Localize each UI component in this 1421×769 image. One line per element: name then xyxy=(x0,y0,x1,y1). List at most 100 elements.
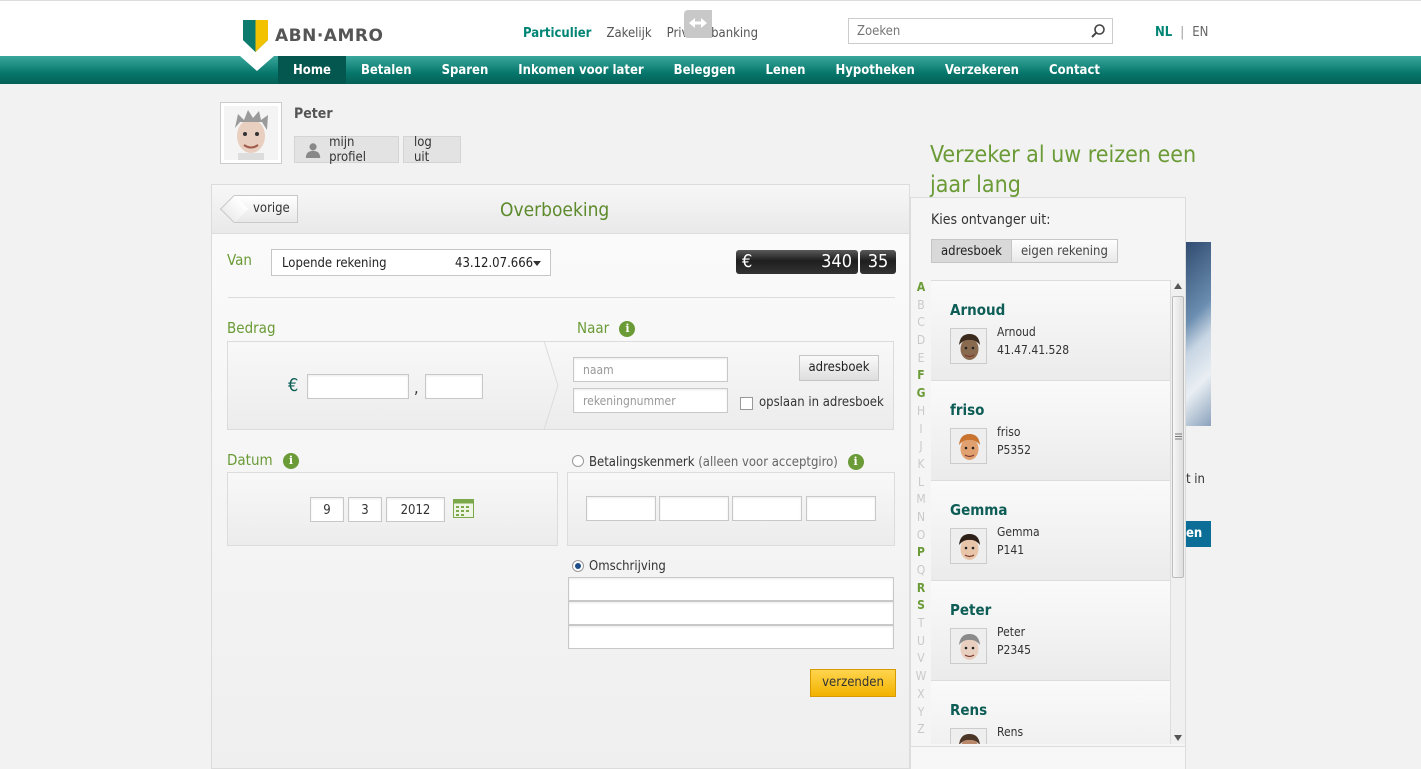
chevron-down-icon xyxy=(533,261,541,266)
tab-addressbook[interactable]: adresboek xyxy=(931,239,1012,263)
contact-name: Peter xyxy=(950,601,992,619)
nav-beleggen[interactable]: Beleggen xyxy=(659,56,751,84)
my-profile-label: mijn profiel xyxy=(329,134,366,165)
from-account-select[interactable]: Lopende rekening 43.12.07.666 xyxy=(271,249,551,276)
segment-particulier[interactable]: Particulier xyxy=(523,26,591,41)
payment-reference-input-2[interactable] xyxy=(659,496,729,521)
alphabet-letter-z: Z xyxy=(917,722,925,737)
alphabet-letter-j: J xyxy=(919,439,923,454)
contact-list: Arnoud Arnoud 41.47.41.528 friso friso P5352 G… xyxy=(931,280,1170,744)
alphabet-letter-g[interactable]: G xyxy=(911,386,931,404)
my-profile-button[interactable]: mijn profiel xyxy=(294,134,399,165)
contact-label: friso xyxy=(997,425,1021,439)
account-number: 43.12.07.666 xyxy=(455,256,534,271)
description-line-1[interactable] xyxy=(568,577,894,601)
account-name: Lopende rekening xyxy=(282,256,387,271)
brand-logo[interactable]: ABN·AMRO xyxy=(243,20,383,52)
contact-label: Peter xyxy=(997,625,1026,639)
contact-name: Arnoud xyxy=(950,301,1006,319)
alphabet-letter-q: Q xyxy=(916,563,926,577)
nav-lenen[interactable]: Lenen xyxy=(750,56,820,84)
contact-item[interactable]: Gemma Gemma P141 xyxy=(931,481,1170,581)
info-icon[interactable]: i xyxy=(847,454,864,470)
contact-item[interactable]: friso friso P5352 xyxy=(931,381,1170,481)
choose-recipient-label: Kies ontvanger uit: xyxy=(931,212,1051,228)
search-input[interactable] xyxy=(849,19,1079,43)
addressbook-button[interactable]: adresboek xyxy=(799,355,879,381)
contact-account: P2345 xyxy=(997,643,1031,657)
date-label: Datum xyxy=(227,451,273,469)
payment-reference-input-4[interactable] xyxy=(806,496,876,521)
description-radio[interactable] xyxy=(572,560,584,572)
contact-item[interactable]: Peter Peter P2345 xyxy=(931,581,1170,681)
contact-item[interactable]: Rens Rens xyxy=(931,681,1170,744)
contact-avatar xyxy=(950,728,987,744)
calendar-icon[interactable] xyxy=(453,499,474,518)
alphabet-letter-o: O xyxy=(916,527,926,542)
date-year-input[interactable]: 2012 xyxy=(386,497,445,522)
segment-private-banking[interactable]: Private banking xyxy=(667,26,758,41)
segment-zakelijk[interactable]: Zakelijk xyxy=(606,26,651,41)
search-box xyxy=(848,18,1113,44)
back-button[interactable]: vorige xyxy=(219,194,298,224)
info-icon[interactable]: i xyxy=(619,321,636,337)
payment-reference-radio[interactable] xyxy=(572,455,584,467)
recipient-account-input[interactable]: rekeningnummer xyxy=(573,388,728,413)
nav-sparen[interactable]: Sparen xyxy=(427,56,504,84)
alphabet-letter-l: L xyxy=(917,474,924,489)
tab-own-account[interactable]: eigen rekening xyxy=(1011,239,1118,263)
amount-cents-input[interactable] xyxy=(425,374,483,399)
scroll-up-icon[interactable] xyxy=(1174,283,1182,289)
alphabet-letter-f[interactable]: F xyxy=(911,368,931,386)
date-month-input[interactable]: 3 xyxy=(348,497,382,522)
nav-verzekeren[interactable]: Verzekeren xyxy=(930,56,1034,84)
logo-notch xyxy=(240,56,274,71)
main-navigation: Home Betalen Sparen Inkomen voor later B… xyxy=(0,56,1421,84)
swap-panel-tab[interactable] xyxy=(684,10,712,38)
payment-reference-input-1[interactable] xyxy=(586,496,656,521)
contact-item[interactable]: Arnoud Arnoud 41.47.41.528 xyxy=(931,281,1170,381)
date-day-input[interactable]: 9 xyxy=(310,497,344,522)
search-icon[interactable] xyxy=(1090,23,1106,39)
alphabet-letter-p[interactable]: P xyxy=(911,545,931,563)
lang-nl-link[interactable]: NL xyxy=(1155,25,1172,40)
description-line-2[interactable] xyxy=(568,601,894,625)
to-label: Naar xyxy=(577,319,610,337)
submit-button[interactable]: verzenden xyxy=(810,669,896,697)
nav-betalen[interactable]: Betalen xyxy=(346,56,427,84)
save-addressbook-checkbox[interactable] xyxy=(740,397,753,410)
contact-name: Rens xyxy=(950,701,988,719)
nav-inkomen-voor-later[interactable]: Inkomen voor later xyxy=(503,56,658,84)
recipient-name-input[interactable]: naam xyxy=(573,357,728,382)
nav-contact[interactable]: Contact xyxy=(1034,56,1115,84)
scroll-down-icon[interactable] xyxy=(1174,735,1182,741)
alphabet-letter-a[interactable]: A xyxy=(911,280,931,298)
lang-en-link[interactable]: EN xyxy=(1192,25,1208,40)
alphabet-index: ABCDEFGHIJKLMNOPQRSTUVWXYZ xyxy=(911,280,931,740)
payment-reference-label: Betalingskenmerk xyxy=(589,455,695,470)
payment-reference-input-3[interactable] xyxy=(732,496,802,521)
description-line-3[interactable] xyxy=(568,625,894,649)
payment-reference-label-wrap: Betalingskenmerk (alleen voor acceptgiro… xyxy=(589,454,864,470)
alphabet-letter-s[interactable]: S xyxy=(911,598,931,616)
promo-title: Verzeker al uw reizen een jaar lang xyxy=(930,142,1197,198)
amount-whole-input[interactable] xyxy=(307,374,409,399)
transfer-panel: vorige Overboeking Van Lopende rekening … xyxy=(211,184,910,769)
alphabet-letter-r[interactable]: R xyxy=(911,581,931,599)
profile-name: Peter xyxy=(294,106,333,122)
alphabet-letter-m: M xyxy=(916,492,926,507)
segment-links: Particulier Zakelijk Private banking xyxy=(523,26,758,41)
alphabet-letter-w: W xyxy=(915,669,927,684)
promo-image xyxy=(1183,242,1211,426)
nav-home[interactable]: Home xyxy=(278,56,346,84)
contact-list-scrollbar[interactable] xyxy=(1170,280,1185,744)
language-switch: NL | EN xyxy=(1155,25,1208,40)
logout-button[interactable]: log uit xyxy=(403,135,461,165)
nav-hypotheken[interactable]: Hypotheken xyxy=(820,56,929,84)
scroll-thumb[interactable] xyxy=(1172,296,1184,578)
contact-account: P141 xyxy=(997,543,1025,557)
info-icon[interactable]: i xyxy=(282,453,299,469)
promo-button[interactable]: en xyxy=(1183,521,1211,547)
balance-whole: 340 xyxy=(821,251,852,272)
description-label: Omschrijving xyxy=(589,559,666,574)
